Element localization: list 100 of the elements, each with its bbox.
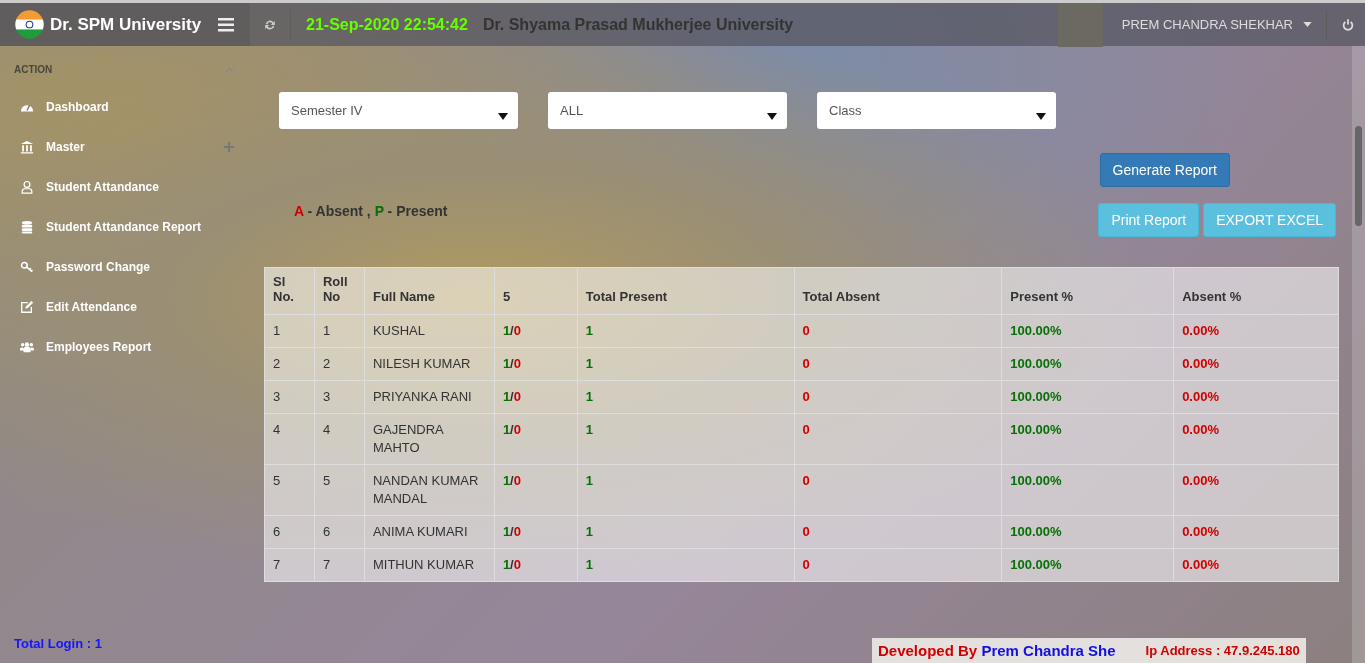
dropdown-arrow-icon bbox=[767, 113, 777, 120]
column-header: Absent % bbox=[1173, 267, 1339, 315]
developer-credit: Developed By Prem Chandra She bbox=[878, 642, 1116, 659]
database-icon bbox=[20, 220, 34, 234]
table-cell: PRIYANKA RANI bbox=[364, 380, 495, 414]
table-cell: 100.00% bbox=[1001, 548, 1174, 582]
column-header: Roll No bbox=[314, 267, 365, 315]
sidebar-item[interactable]: Dashboard bbox=[0, 87, 250, 127]
dropdown[interactable]: Class bbox=[817, 92, 1056, 129]
table-cell: 1 bbox=[577, 380, 795, 414]
table-cell: 1 bbox=[577, 515, 795, 549]
table-cell: 2 bbox=[314, 347, 365, 381]
legend-text: A - Absent , P - Present bbox=[294, 203, 448, 221]
users-icon bbox=[20, 340, 34, 354]
scrollbar-thumb[interactable] bbox=[1355, 126, 1362, 226]
table-cell: 1 bbox=[577, 314, 795, 348]
table-cell: 1 bbox=[314, 314, 365, 348]
table-cell: 0.00% bbox=[1173, 413, 1339, 465]
key-icon bbox=[20, 260, 34, 274]
table-cell: 6 bbox=[314, 515, 365, 549]
table-cell: 0 bbox=[794, 548, 1002, 582]
table-cell: 0.00% bbox=[1173, 548, 1339, 582]
table-cell: 1 bbox=[577, 413, 795, 465]
table-cell: 6 bbox=[264, 515, 315, 549]
section-heading: ACTION bbox=[14, 64, 53, 75]
column-header: Sl No. bbox=[264, 267, 315, 315]
dropdown[interactable]: ALL bbox=[548, 92, 787, 129]
sidebar-item[interactable]: Student Attandance bbox=[0, 167, 250, 207]
table-cell: MITHUN KUMAR bbox=[364, 548, 495, 582]
ip-address: Ip Address : 47.9.245.180 bbox=[1145, 643, 1300, 658]
table-cell: 3 bbox=[314, 380, 365, 414]
table-cell: 0 bbox=[794, 314, 1002, 348]
table-cell: 4 bbox=[314, 413, 365, 465]
table-cell: 0 bbox=[794, 413, 1002, 465]
column-header: 5 bbox=[494, 267, 578, 315]
table-cell: 0.00% bbox=[1173, 347, 1339, 381]
table-cell: 100.00% bbox=[1001, 347, 1174, 381]
table-cell: 4 bbox=[264, 413, 315, 465]
caret-icon bbox=[1303, 22, 1312, 27]
table-cell: 0 bbox=[794, 464, 1002, 516]
table-cell: 1 bbox=[577, 464, 795, 516]
table-cell: 2 bbox=[264, 347, 315, 381]
table-cell: 1 bbox=[577, 347, 795, 381]
table-cell: 1/0 bbox=[494, 515, 578, 549]
table-cell: 100.00% bbox=[1001, 314, 1174, 348]
table-cell: 1/0 bbox=[494, 548, 578, 582]
table-cell: 1/0 bbox=[494, 347, 578, 381]
export-excel-button[interactable]: EXPORT EXCEL bbox=[1203, 203, 1336, 237]
table-cell: 0 bbox=[794, 515, 1002, 549]
generate-report-button[interactable]: Generate Report bbox=[1099, 153, 1230, 187]
column-header: Full Name bbox=[364, 267, 495, 315]
table-cell: 1/0 bbox=[494, 464, 578, 516]
column-header: Total Present bbox=[577, 267, 795, 315]
edit-icon bbox=[20, 300, 34, 314]
table-cell: 5 bbox=[264, 464, 315, 516]
flag-logo-icon bbox=[14, 9, 45, 40]
table-cell: 1 bbox=[264, 314, 315, 348]
sidebar-item[interactable]: Password Change bbox=[0, 247, 250, 287]
table-cell: 3 bbox=[264, 380, 315, 414]
sidebar-item[interactable]: Master bbox=[0, 127, 250, 167]
table-cell: 1/0 bbox=[494, 380, 578, 414]
table-cell: 100.00% bbox=[1001, 464, 1174, 516]
brand-name: Dr. SPM University bbox=[50, 14, 202, 35]
column-header: Present % bbox=[1001, 267, 1174, 315]
table-cell: 100.00% bbox=[1001, 380, 1174, 414]
table-cell: 5 bbox=[314, 464, 365, 516]
table-cell: 0 bbox=[794, 380, 1002, 414]
table-cell: 0.00% bbox=[1173, 314, 1339, 348]
table-cell: KUSHAL bbox=[364, 314, 495, 348]
table-cell: 0 bbox=[794, 347, 1002, 381]
table-cell: 1/0 bbox=[494, 413, 578, 465]
table-cell: 100.00% bbox=[1001, 515, 1174, 549]
table-cell: ANIMA KUMARI bbox=[364, 515, 495, 549]
bank-icon bbox=[20, 140, 34, 154]
user-icon bbox=[20, 180, 34, 194]
date-time: 21-Sep-2020 22:54:42 bbox=[306, 15, 468, 34]
table-cell: NILESH KUMAR bbox=[364, 347, 495, 381]
table-cell: 7 bbox=[314, 548, 365, 582]
user-menu[interactable]: PREM CHANDRA SHEKHAR bbox=[1102, 17, 1326, 32]
table-cell: 100.00% bbox=[1001, 413, 1174, 465]
column-header: Total Absent bbox=[794, 267, 1002, 315]
sidebar-item[interactable]: Student Attandance Report bbox=[0, 207, 250, 247]
table-cell: 1 bbox=[577, 548, 795, 582]
total-login-count: Total Login : 1 bbox=[14, 636, 102, 651]
power-icon[interactable] bbox=[1341, 17, 1355, 32]
photo-placeholder bbox=[1057, 2, 1103, 47]
table-cell: 0.00% bbox=[1173, 464, 1339, 516]
table-cell: 7 bbox=[264, 548, 315, 582]
dropdown-arrow-icon bbox=[1036, 113, 1046, 120]
sidebar-item[interactable]: Edit Attendance bbox=[0, 287, 250, 327]
table-cell: 1/0 bbox=[494, 314, 578, 348]
dropdown[interactable]: Semester IV bbox=[279, 92, 518, 129]
table-cell: GAJENDRA MAHTO bbox=[364, 413, 495, 465]
print-report-button[interactable]: Print Report bbox=[1098, 203, 1200, 237]
table-cell: NANDAN KUMAR MANDAL bbox=[364, 464, 495, 516]
table-cell: 0.00% bbox=[1173, 515, 1339, 549]
menu-icon[interactable] bbox=[218, 17, 234, 32]
dropdown-arrow-icon bbox=[498, 113, 508, 120]
sidebar-item[interactable]: Employees Report bbox=[0, 327, 250, 367]
table-cell: 0.00% bbox=[1173, 380, 1339, 414]
